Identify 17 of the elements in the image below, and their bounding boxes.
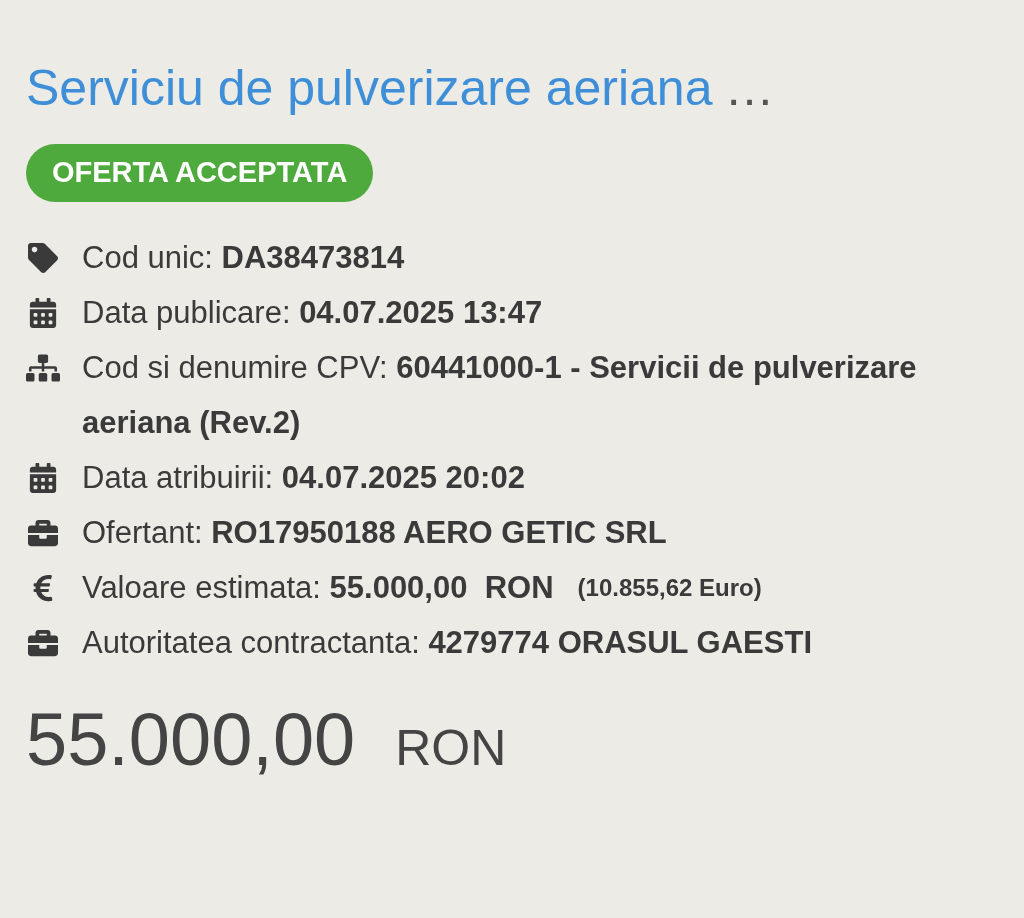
status-badge: OFERTA ACCEPTATA [26,144,374,202]
ellipsis: … [724,59,775,118]
detail-text: Cod unic: DA38473814 [82,239,405,277]
detail-text: Valoare estimata: 55.000,00 RON [82,569,554,607]
detail-text: Cod si denumire CPV: 60441000-1 - Servicii de pulverizare aeriana (Rev.2) [82,349,918,442]
listing-title[interactable]: Serviciu de pulverizare aeriana [26,52,713,124]
sitemap-icon [26,352,60,383]
detail-text: Ofertant: RO17950188 AERO GETIC SRL [82,514,667,552]
euro-equivalent: (10.855,62 Euro) [577,573,762,603]
price-amount: 55.000,00 [26,697,356,783]
detail-text: Data atribuirii: 04.07.2025 20:02 [82,459,525,497]
price-currency: RON [395,719,507,778]
briefcase-icon [26,627,60,658]
briefcase-icon [26,517,60,548]
tag-icon [26,242,60,273]
detail-text: Autoritatea contractanta: 4279774 ORASUL GAESTI [82,624,812,662]
detail-text: Data publicare: 04.07.2025 13:47 [82,294,543,332]
